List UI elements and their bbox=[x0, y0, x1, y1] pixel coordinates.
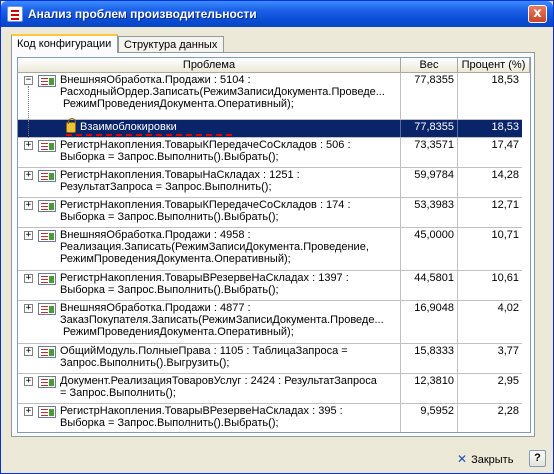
close-label: Закрыть bbox=[471, 454, 514, 466]
problem-text: РегистрНакопления.ТоварыНаСкладах : 1251… bbox=[60, 169, 300, 193]
expand-toggle-icon[interactable]: + bbox=[24, 141, 33, 150]
problem-text: ВнешняяОбработка.Продажи : 4958 : Реализ… bbox=[60, 229, 369, 265]
problem-cell: + РегистрНакопления.ТоварыКПередачеСоСкл… bbox=[18, 198, 401, 227]
table-row[interactable]: − ВнешняяОбработка.Продажи : 5104 : Расх… bbox=[18, 73, 530, 120]
app-icon bbox=[7, 6, 23, 22]
weight-cell: 77,8355 bbox=[401, 73, 458, 119]
footer-bar: ✕ Закрыть ? bbox=[1, 445, 553, 473]
expand-toggle-icon[interactable]: + bbox=[24, 171, 33, 180]
table-row[interactable]: + РегистрНакопления.ТоварыВРезервеНаСкла… bbox=[18, 271, 530, 301]
percent-cell: 17,47 bbox=[491, 139, 519, 151]
table-row[interactable]: + РегистрНакопления.ТоварыВРезервеНаСкла… bbox=[18, 404, 530, 432]
table-body: − ВнешняяОбработка.Продажи : 5104 : Расх… bbox=[18, 73, 530, 432]
problem-text: ВнешняяОбработка.Продажи : 5104 : Расход… bbox=[60, 74, 385, 110]
weight-cell: 59,9784 bbox=[401, 168, 458, 197]
help-button[interactable]: ? bbox=[529, 450, 546, 467]
problem-text: РегистрНакопления.ТоварыВРезервеНаСклада… bbox=[60, 272, 349, 296]
problem-text: РегистрНакопления.ТоварыВРезервеНаСклада… bbox=[60, 405, 343, 429]
weight-cell: 73,3571 bbox=[401, 138, 458, 167]
close-icon: ✕ bbox=[457, 452, 468, 466]
module-icon bbox=[38, 303, 56, 315]
tab-panel: Проблема Вес Процент (%) − ВнешняяОбрабо… bbox=[11, 52, 535, 437]
problem-cell: + Документ.РеализацияТоваровУслуг : 2424… bbox=[18, 374, 401, 403]
percent-cell: 12,71 bbox=[491, 199, 519, 211]
close-button[interactable]: ✕ Закрыть bbox=[457, 452, 513, 466]
module-icon bbox=[38, 140, 56, 152]
percent-cell: 18,53 bbox=[491, 121, 519, 133]
weight-cell: 15,8333 bbox=[401, 344, 458, 373]
window-title: Анализ проблем производительности bbox=[28, 7, 257, 21]
column-header-percent[interactable]: Процент (%) bbox=[458, 58, 530, 73]
column-header-weight[interactable]: Вес bbox=[401, 58, 458, 73]
problem-cell: + РегистрНакопления.ТоварыВРезервеНаСкла… bbox=[18, 404, 401, 432]
expand-toggle-icon[interactable]: + bbox=[24, 201, 33, 210]
problems-table[interactable]: Проблема Вес Процент (%) − ВнешняяОбрабо… bbox=[17, 57, 531, 433]
problem-cell: + РегистрНакопления.ТоварыНаСкладах : 12… bbox=[18, 168, 401, 197]
module-icon bbox=[38, 273, 56, 285]
table-header: Проблема Вес Процент (%) bbox=[18, 58, 530, 73]
vertical-scrollbar[interactable] bbox=[522, 73, 530, 432]
module-icon bbox=[38, 200, 56, 212]
expand-toggle-icon[interactable]: + bbox=[24, 231, 33, 240]
percent-cell: 4,02 bbox=[497, 302, 519, 314]
weight-cell: 9,5952 bbox=[401, 404, 458, 432]
lock-icon bbox=[66, 118, 76, 133]
percent-cell: 2,95 bbox=[497, 375, 519, 387]
problem-text: Документ.РеализацияТоваровУслуг : 2424 :… bbox=[60, 375, 377, 399]
tree-line bbox=[28, 120, 29, 138]
weight-cell: 16,9048 bbox=[401, 301, 458, 343]
problem-cell: Взаимоблокировки bbox=[18, 118, 401, 138]
tab-config-code[interactable]: Код конфигурации bbox=[11, 34, 118, 53]
problem-text: РегистрНакопления.ТоварыКПередачеСоСклад… bbox=[60, 139, 351, 163]
percent-cell: 3,77 bbox=[497, 345, 519, 357]
problem-cell: + ВнешняяОбработка.Продажи : 4877 : Зака… bbox=[18, 301, 401, 343]
title-bar[interactable]: Анализ проблем производительности x bbox=[1, 1, 553, 27]
table-row[interactable]: + ВнешняяОбработка.Продажи : 4958 : Реал… bbox=[18, 228, 530, 271]
problem-cell: + РегистрНакопления.ТоварыКПередачеСоСкл… bbox=[18, 138, 401, 167]
highlight-underline bbox=[66, 134, 232, 136]
module-icon bbox=[38, 75, 56, 87]
problem-text: РегистрНакопления.ТоварыКПередачеСоСклад… bbox=[60, 199, 351, 223]
window-close-button[interactable]: x bbox=[528, 5, 547, 23]
collapse-toggle-icon[interactable]: − bbox=[24, 76, 33, 85]
weight-cell: 12,3810 bbox=[401, 374, 458, 403]
tree-line bbox=[28, 86, 29, 120]
problem-text: ОбщийМодуль.ПолныеПрава : 1105 : Таблица… bbox=[60, 345, 348, 369]
percent-cell: 10,71 bbox=[491, 229, 519, 241]
percent-cell: 14,28 bbox=[491, 169, 519, 181]
weight-cell: 44,5801 bbox=[401, 271, 458, 300]
performance-analysis-window: Анализ проблем производительности x Код … bbox=[0, 0, 554, 474]
table-row-selected[interactable]: Взаимоблокировки 77,8355 18,53 bbox=[18, 118, 530, 138]
percent-cell: 18,53 bbox=[491, 74, 519, 86]
module-icon bbox=[38, 406, 56, 418]
table-row[interactable]: + РегистрНакопления.ТоварыНаСкладах : 12… bbox=[18, 168, 530, 198]
module-icon bbox=[38, 346, 56, 358]
percent-cell: 10,61 bbox=[491, 272, 519, 284]
expand-toggle-icon[interactable]: + bbox=[24, 274, 33, 283]
table-row[interactable]: + ОбщийМодуль.ПолныеПрава : 1105 : Табли… bbox=[18, 344, 530, 374]
percent-cell: 2,28 bbox=[497, 405, 519, 417]
problem-cell: + ВнешняяОбработка.Продажи : 4958 : Реал… bbox=[18, 228, 401, 270]
table-row[interactable]: + ВнешняяОбработка.Продажи : 4877 : Зака… bbox=[18, 301, 530, 344]
table-row[interactable]: + Документ.РеализацияТоваровУслуг : 2424… bbox=[18, 374, 530, 404]
tab-data-structure[interactable]: Структура данных bbox=[118, 36, 224, 53]
weight-cell: 77,8355 bbox=[401, 120, 458, 137]
expand-toggle-icon[interactable]: + bbox=[24, 377, 33, 386]
module-icon bbox=[38, 170, 56, 182]
table-row[interactable]: + РегистрНакопления.ТоварыКПередачеСоСкл… bbox=[18, 198, 530, 228]
table-row[interactable]: + РегистрНакопления.ТоварыКПередачеСоСкл… bbox=[18, 138, 530, 168]
expand-toggle-icon[interactable]: + bbox=[24, 304, 33, 313]
problem-cell: + РегистрНакопления.ТоварыВРезервеНаСкла… bbox=[18, 271, 401, 300]
problem-text: ВнешняяОбработка.Продажи : 4877 : ЗаказП… bbox=[60, 302, 384, 338]
module-icon bbox=[38, 230, 56, 242]
module-icon bbox=[38, 376, 56, 388]
expand-toggle-icon[interactable]: + bbox=[24, 407, 33, 416]
problem-text: Взаимоблокировки bbox=[80, 121, 177, 133]
problem-cell: − ВнешняяОбработка.Продажи : 5104 : Расх… bbox=[18, 73, 401, 120]
weight-cell: 53,3983 bbox=[401, 198, 458, 227]
column-header-problem[interactable]: Проблема bbox=[18, 58, 401, 73]
weight-cell: 45,0000 bbox=[401, 228, 458, 270]
expand-toggle-icon[interactable]: + bbox=[24, 347, 33, 356]
problem-cell: + ОбщийМодуль.ПолныеПрава : 1105 : Табли… bbox=[18, 344, 401, 373]
